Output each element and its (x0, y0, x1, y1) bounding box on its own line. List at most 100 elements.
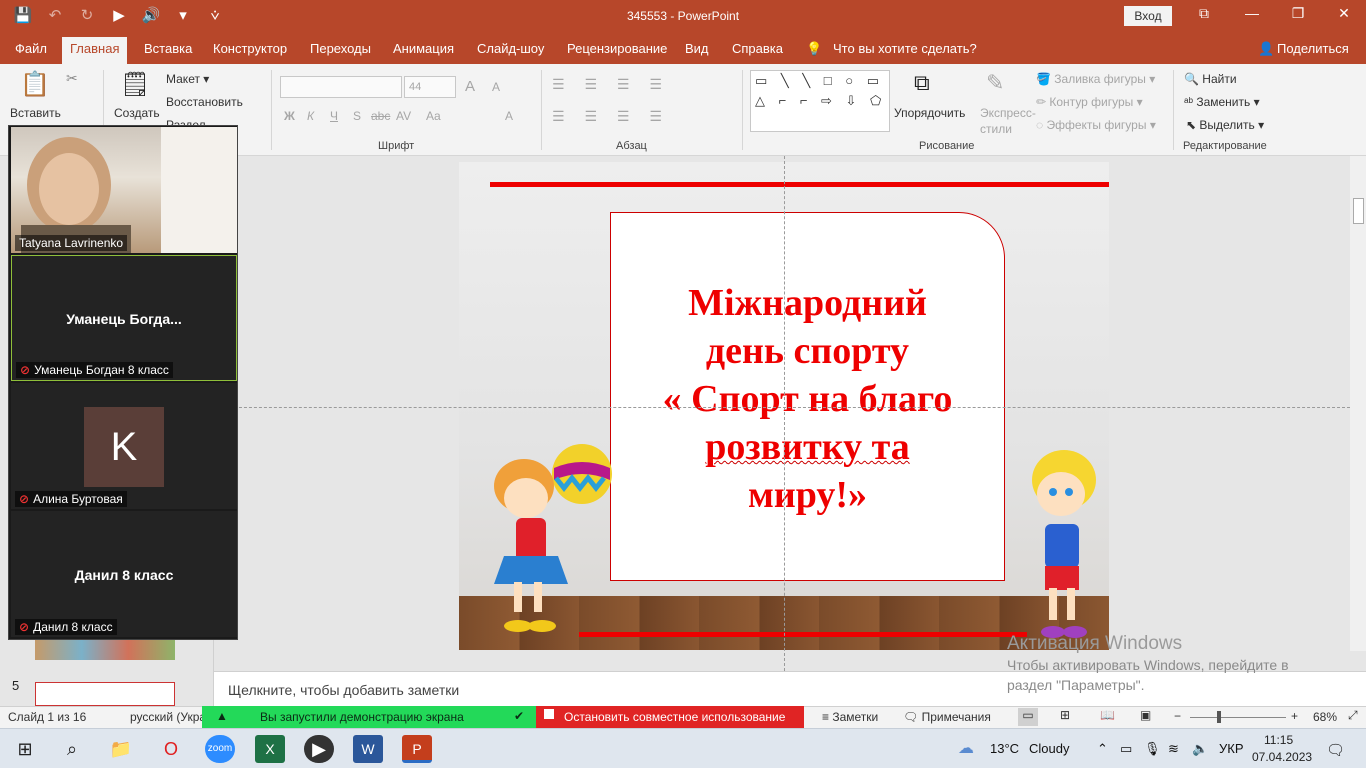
quick-styles-label-1[interactable]: Экспресс- (980, 106, 1036, 120)
clipboard-icon[interactable]: 📋 (20, 70, 50, 99)
grow-font-icon[interactable]: A (465, 78, 475, 95)
zoom-in-button[interactable]: + (1291, 709, 1298, 723)
vertical-scrollbar[interactable] (1350, 156, 1366, 651)
arrange-icon[interactable]: ⧉ (914, 70, 930, 96)
slide-thumbnail-5[interactable] (35, 682, 175, 706)
participant-tile[interactable]: K ⊘ Алина Буртовая (11, 383, 237, 509)
clock-date[interactable]: 07.04.2023 (1252, 750, 1312, 764)
zoom-slider-thumb[interactable] (1217, 711, 1221, 723)
slide-title[interactable]: Міжнародний день спорту « Спорт на благо… (611, 279, 1004, 519)
notes-toggle[interactable]: ≡ Заметки (822, 710, 878, 724)
weather-icon[interactable]: ☁ (958, 738, 974, 758)
tab-help[interactable]: Справка (732, 41, 783, 56)
participant-tile[interactable]: Уманець Богда... ⊘ Уманець Богдан 8 класс (11, 255, 237, 381)
slide-sorter-icon[interactable]: ⊞ (1060, 708, 1070, 722)
tab-file[interactable]: Файл (15, 41, 47, 56)
shape-effects-button[interactable]: ◌ Эффекты фигуры ▾ (1036, 118, 1156, 132)
zoom-app-icon[interactable]: zoom (205, 735, 235, 763)
zoom-slider[interactable] (1190, 717, 1286, 718)
tab-animations[interactable]: Анимация (393, 41, 454, 56)
arrange-button[interactable]: Упорядочить (894, 106, 965, 120)
zoom-level[interactable]: 68% (1313, 710, 1337, 724)
file-explorer-icon[interactable]: 📁 (106, 735, 136, 763)
fit-to-window-icon[interactable]: ⤢ (1348, 708, 1358, 723)
quick-styles-label-2[interactable]: стили (980, 122, 1012, 136)
comments-toggle[interactable]: 🗨 Примечания (903, 710, 991, 724)
notifications-icon[interactable]: 🗨 (1326, 741, 1345, 759)
quick-styles-icon[interactable]: ✎ (986, 70, 1004, 96)
select-button[interactable]: ⬉ Выделить ▾ (1186, 118, 1264, 132)
notes-placeholder[interactable]: Щелкните, чтобы добавить заметки (228, 682, 459, 698)
tell-me-search[interactable]: Что вы хотите сделать? (833, 41, 977, 56)
search-icon[interactable]: ⌕ (57, 735, 87, 763)
underline-button[interactable]: Ч (330, 109, 338, 123)
wifi-icon[interactable]: ≋ (1168, 741, 1179, 757)
layout-button[interactable]: Макет ▾ (166, 72, 209, 86)
reset-button[interactable]: Восстановить (166, 95, 243, 109)
normal-view-icon[interactable]: ▭ (1018, 708, 1038, 726)
tab-slideshow[interactable]: Слайд-шоу (477, 41, 544, 56)
ribbon-display-options-icon[interactable]: ⧉ (1192, 5, 1216, 22)
italic-button[interactable]: К (307, 109, 314, 123)
share-button[interactable]: Поделиться (1277, 41, 1349, 56)
chevron-up-icon[interactable]: ⌃ (1097, 741, 1108, 757)
weather-condition[interactable]: Cloudy (1029, 741, 1069, 756)
zoom-video-panel[interactable]: Tatyana Lavrinenko Уманець Богда... ⊘ Ума… (8, 125, 238, 640)
tab-home[interactable]: Главная (62, 37, 128, 64)
font-name-field[interactable] (280, 76, 402, 98)
find-button[interactable]: 🔍 Найти (1184, 72, 1237, 86)
close-icon[interactable]: ✕ (1332, 5, 1356, 22)
align-buttons[interactable]: ☰ ☰ ☰ ☰ (552, 108, 670, 125)
powerpoint-icon[interactable]: P (402, 735, 432, 763)
battery-icon[interactable]: ▭ (1120, 741, 1132, 757)
title-card[interactable]: Міжнародний день спорту « Спорт на благо… (610, 212, 1005, 581)
temperature[interactable]: 13°C (990, 741, 1019, 756)
vertical-guide[interactable] (784, 156, 785, 671)
scrollbar-thumb[interactable] (1353, 198, 1364, 224)
slideshow-icon[interactable]: ▣ (1140, 708, 1151, 722)
strikethrough-button[interactable]: abc (371, 109, 390, 123)
shadow-button[interactable]: S (353, 109, 361, 123)
windows-start-icon[interactable]: ⊞ (10, 735, 40, 763)
shrink-font-icon[interactable]: A (492, 80, 500, 94)
tab-insert[interactable]: Вставка (144, 41, 192, 56)
maximize-icon[interactable]: ❐ (1286, 5, 1310, 22)
shape-outline-button[interactable]: ✏ Контур фигуры ▾ (1036, 95, 1143, 109)
shapes-gallery[interactable]: ▭ ╲ ╲ □ ○ ▭ △ ⌐ ⌐ ⇨ ⇩ ⬠ (750, 70, 890, 132)
reading-view-icon[interactable]: 📖 (1100, 708, 1115, 722)
opera-icon[interactable]: O (156, 735, 186, 763)
replace-button[interactable]: ᵃᵇ Заменить ▾ (1184, 95, 1260, 109)
new-slide-icon[interactable]: 🗒 (120, 70, 150, 99)
tab-design[interactable]: Конструктор (213, 41, 287, 56)
minimize-icon[interactable]: — (1240, 5, 1264, 21)
language-indicator[interactable]: русский (Укра (130, 710, 206, 724)
cut-icon[interactable]: ✂ (66, 70, 78, 87)
tab-transitions[interactable]: Переходы (310, 41, 371, 56)
bold-button[interactable]: Ж (284, 109, 295, 123)
shape-fill-button[interactable]: 🪣 Заливка фигуры ▾ (1036, 72, 1155, 86)
char-spacing-button[interactable]: AV (396, 109, 411, 123)
shapes-row: △ ⌐ ⌐ ⇨ ⇩ ⬠ (755, 93, 887, 108)
microphone-icon[interactable]: 🎙 (1144, 741, 1161, 757)
clock-time[interactable]: 11:15 (1264, 733, 1293, 747)
slide-thumbnail-4[interactable] (35, 638, 175, 660)
media-player-icon[interactable]: ▶ (304, 735, 334, 763)
change-case-button[interactable]: Aa (426, 109, 441, 123)
volume-icon[interactable]: 🔈 (1192, 741, 1208, 757)
font-color-button[interactable]: A (505, 109, 513, 123)
tab-review[interactable]: Рецензирование (567, 41, 667, 56)
horizontal-guide[interactable] (214, 407, 1350, 408)
font-size-field[interactable]: 44 (404, 76, 456, 98)
input-language[interactable]: УКР (1219, 741, 1244, 756)
zoom-out-button[interactable]: − (1174, 709, 1181, 723)
participant-tile[interactable]: Данил 8 класс ⊘ Данил 8 класс (11, 511, 237, 637)
participant-tile[interactable]: Tatyana Lavrinenko (11, 127, 237, 253)
word-icon[interactable]: W (353, 735, 383, 763)
excel-icon[interactable]: X (255, 735, 285, 763)
list-buttons[interactable]: ☰ ☰ ☰ ☰ (552, 76, 670, 93)
sign-in-button[interactable]: Вход (1124, 6, 1172, 26)
paste-button[interactable]: Вставить (10, 106, 61, 120)
stop-sharing-button[interactable]: Остановить совместное использование (536, 706, 804, 728)
tab-view[interactable]: Вид (685, 41, 709, 56)
new-slide-button[interactable]: Создать (114, 106, 160, 120)
